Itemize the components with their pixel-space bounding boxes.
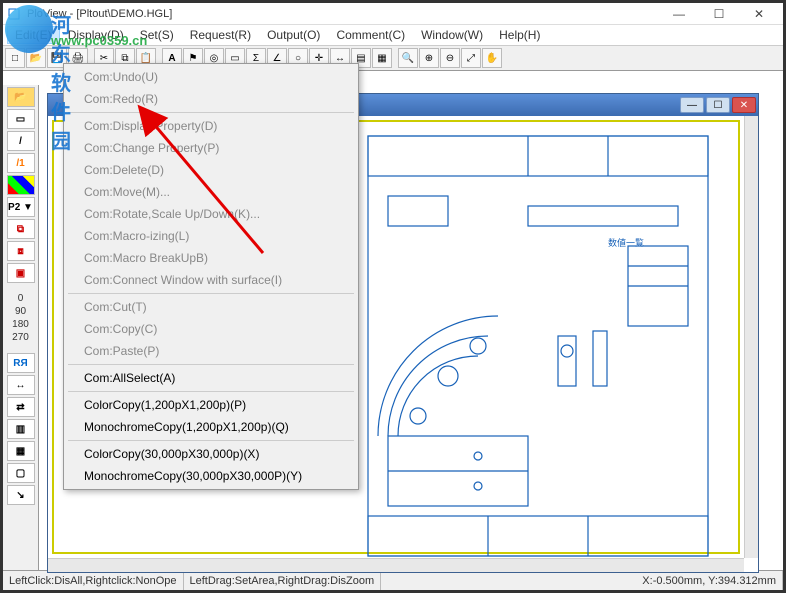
annotation-arrow [3, 3, 786, 596]
